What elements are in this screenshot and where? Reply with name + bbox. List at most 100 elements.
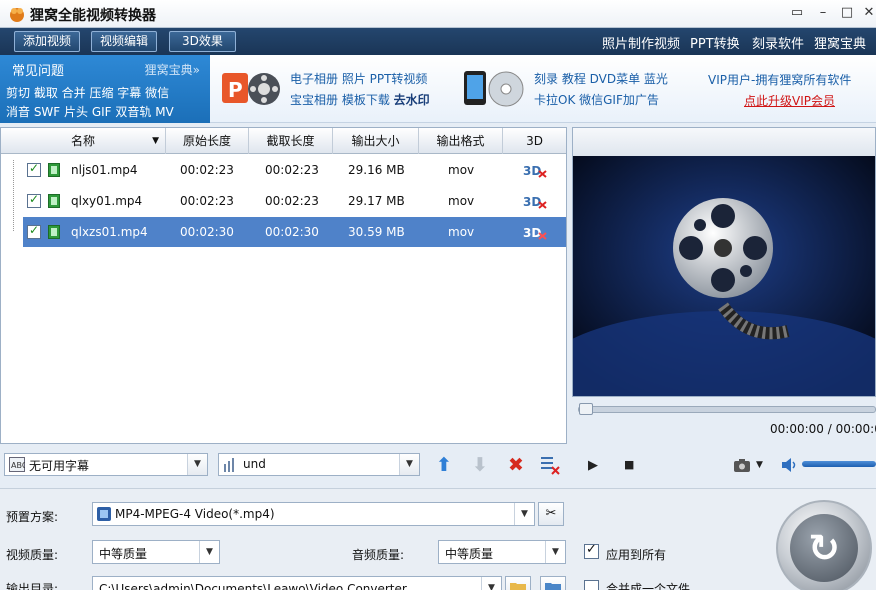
chevron-down-icon[interactable]: ▼ <box>199 541 219 563</box>
file-checkbox[interactable] <box>27 161 41 177</box>
ppt-convert-link[interactable]: PPT转换 <box>690 33 740 52</box>
video-quality-value: 中等质量 <box>99 547 148 561</box>
3d-setting-icon[interactable]: 3D <box>523 162 547 178</box>
original-length: 00:02:23 <box>180 163 234 177</box>
convert-icon: ↻ <box>790 514 858 582</box>
preview-reel-image <box>573 156 875 396</box>
burn-promo-row-2[interactable]: 卡拉OK 微信GIF加广告 <box>534 91 659 108</box>
convert-button[interactable]: ↻ <box>776 500 872 590</box>
chevron-down-icon[interactable]: ▼ <box>481 577 501 590</box>
edit-video-button[interactable]: 视频编辑 <box>91 31 158 52</box>
volume-slider[interactable] <box>802 461 876 467</box>
close-button[interactable]: ✕ <box>860 4 876 22</box>
original-length: 00:02:23 <box>180 194 234 208</box>
playback-time: 00:00:00 / 00:00:00 <box>770 422 876 436</box>
file-checkbox[interactable] <box>27 223 41 239</box>
3d-setting-icon[interactable]: 3D <box>523 193 547 209</box>
file-name: qlxzs01.mp4 <box>71 225 148 239</box>
file-name: nljs01.mp4 <box>71 163 138 177</box>
vip-upgrade-link[interactable]: 点此升级VIP会员 <box>744 92 835 109</box>
output-size: 29.16 MB <box>348 163 405 177</box>
maximize-button[interactable]: □ <box>838 4 856 22</box>
svg-text:3D: 3D <box>523 164 541 178</box>
camera-icon[interactable] <box>734 459 750 472</box>
merge-label: 合并成一个文件 <box>606 582 691 590</box>
preset-label: 预置方案: <box>6 510 59 524</box>
restore-icon[interactable]: ▭ <box>788 4 806 22</box>
audio-track-value: und <box>243 457 266 471</box>
move-up-icon[interactable]: ⬆ <box>432 453 456 477</box>
preview-header <box>573 128 875 156</box>
vip-description: VIP用户-拥有狸窝所有软件 <box>708 73 852 87</box>
chevron-down-icon[interactable]: ▼ <box>756 460 763 470</box>
album-promo-text[interactable]: 宝宝相册 模板下载 <box>290 93 390 107</box>
3d-setting-icon[interactable]: 3D <box>523 224 547 240</box>
faq-links-row-1[interactable]: 剪切 截取 合并 压缩 字幕 微信 <box>6 84 169 101</box>
liwo-bible-link[interactable]: 狸窝宝典 <box>814 33 866 52</box>
svg-text:3D: 3D <box>523 195 541 209</box>
svg-text:3D: 3D <box>523 226 541 240</box>
list-header: 名称 ▼ 原始长度 截取长度 输出大小 输出格式 3D <box>1 128 566 154</box>
faq-panel: 常见问题 狸窝宝典» 剪切 截取 合并 压缩 字幕 微信 消音 SWF 片头 G… <box>0 55 210 123</box>
file-list[interactable]: 名称 ▼ 原始长度 截取长度 输出大小 输出格式 3D nljs01.mp4 0… <box>0 127 567 444</box>
file-checkbox[interactable] <box>27 192 41 208</box>
preset-settings-button[interactable]: ✂ <box>538 502 564 526</box>
column-output-format[interactable]: 输出格式 <box>419 128 503 154</box>
video-format-icon <box>97 507 111 521</box>
video-preview[interactable] <box>572 127 876 397</box>
audio-quality-select[interactable]: 中等质量 ▼ <box>438 540 566 564</box>
subtitle-value: 无可用字幕 <box>29 459 90 473</box>
chevron-down-icon[interactable]: ▼ <box>514 503 534 525</box>
stop-icon[interactable]: ■ <box>624 458 634 471</box>
merge-checkbox[interactable] <box>584 580 599 590</box>
column-name[interactable]: 名称 ▼ <box>1 128 166 154</box>
subtitle-select[interactable]: ABC 无可用字幕 ▼ <box>4 453 208 476</box>
column-cut-length[interactable]: 截取长度 <box>249 128 333 154</box>
cut-length: 00:02:23 <box>265 163 319 177</box>
remove-watermark-link[interactable]: 去水印 <box>394 93 430 107</box>
burn-promo-row-1[interactable]: 刻录 教程 DVD菜单 蓝光 <box>534 70 668 87</box>
svg-text:P: P <box>228 78 243 102</box>
file-row-1[interactable]: nljs01.mp4 00:02:23 00:02:23 29.16 MB mo… <box>1 155 566 185</box>
wrench-icon: ✂ <box>545 506 557 521</box>
file-row-3[interactable]: qlxzs01.mp4 00:02:30 00:02:30 30.59 MB m… <box>23 217 566 247</box>
column-original-length[interactable]: 原始长度 <box>166 128 249 154</box>
file-row-2[interactable]: qlxy01.mp4 00:02:23 00:02:23 29.17 MB mo… <box>1 186 566 216</box>
burn-software-link[interactable]: 刻录软件 <box>752 33 804 52</box>
faq-title[interactable]: 常见问题 <box>12 60 64 79</box>
clear-list-icon[interactable] <box>540 455 560 475</box>
audio-quality-value: 中等质量 <box>445 547 494 561</box>
photo-to-video-link[interactable]: 照片制作视频 <box>602 33 680 52</box>
output-size: 29.17 MB <box>348 194 405 208</box>
album-promo-row-2[interactable]: 宝宝相册 模板下载 去水印 <box>290 91 430 108</box>
faq-links-row-2[interactable]: 消音 SWF 片头 GIF 双音轨 MV <box>6 103 174 120</box>
video-quality-select[interactable]: 中等质量 ▼ <box>92 540 220 564</box>
chevron-down-icon[interactable]: ▼ <box>187 454 207 475</box>
minimize-button[interactable]: – <box>814 4 832 22</box>
seek-bar[interactable] <box>578 406 876 413</box>
move-down-icon[interactable]: ⬇ <box>468 453 492 477</box>
open-folder-button[interactable] <box>540 576 566 590</box>
column-output-size[interactable]: 输出大小 <box>333 128 419 154</box>
effect-3d-button[interactable]: 3D效果 <box>169 31 236 52</box>
original-length: 00:02:30 <box>180 225 234 239</box>
column-3d[interactable]: 3D <box>503 128 566 154</box>
seek-handle[interactable] <box>579 403 593 415</box>
play-icon[interactable]: ▶ <box>588 458 598 473</box>
chevron-down-icon[interactable]: ▼ <box>545 541 565 563</box>
output-dir-select[interactable]: C:\Users\admin\Documents\Leawo\Video Con… <box>92 576 502 590</box>
add-video-button[interactable]: 添加视频 <box>14 31 81 52</box>
apply-all-checkbox[interactable] <box>584 542 599 559</box>
preset-select[interactable]: MP4-MPEG-4 Video(*.mp4) ▼ <box>92 502 535 526</box>
album-promo-row-1[interactable]: 电子相册 照片 PPT转视频 <box>290 70 427 87</box>
audio-track-select[interactable]: und ▼ <box>218 453 420 476</box>
app-title: 狸窝全能视频转换器 <box>30 8 156 24</box>
sort-arrow-icon[interactable]: ▼ <box>152 128 159 154</box>
faq-bible-link[interactable]: 狸窝宝典» <box>145 61 200 78</box>
volume-icon[interactable] <box>782 458 798 472</box>
app-logo-icon <box>10 8 24 22</box>
browse-folder-button[interactable] <box>505 576 531 590</box>
delete-icon[interactable]: ✖ <box>504 453 528 477</box>
chevron-down-icon[interactable]: ▼ <box>399 454 419 475</box>
output-format: mov <box>448 194 475 208</box>
